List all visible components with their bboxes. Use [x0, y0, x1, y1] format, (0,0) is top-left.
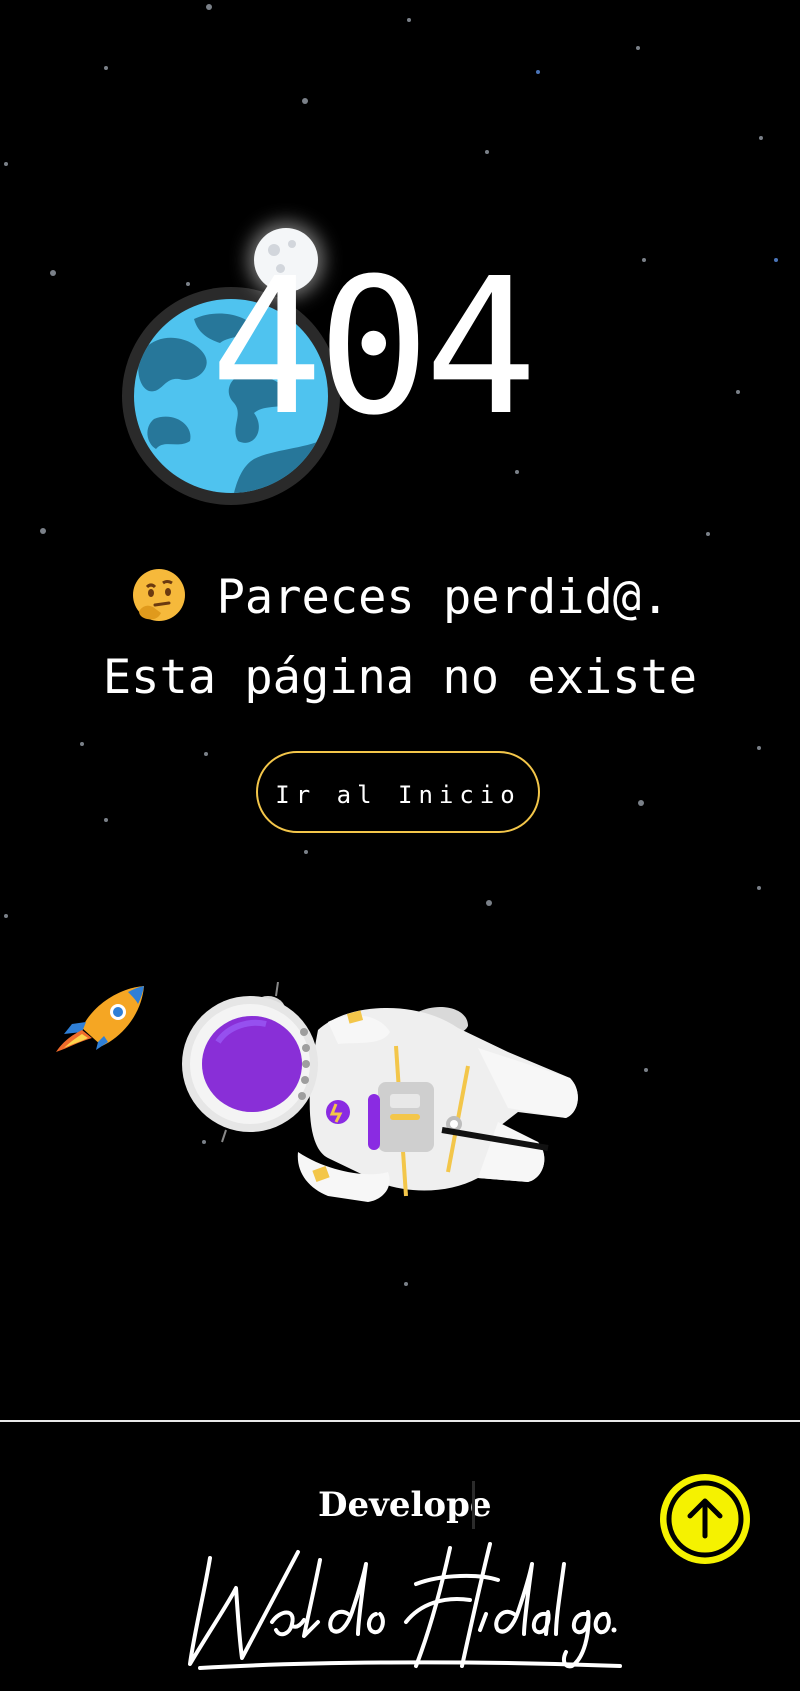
star: [204, 752, 208, 756]
star: [186, 282, 190, 286]
star: [40, 528, 46, 534]
scroll-to-top-button[interactable]: [660, 1474, 750, 1564]
star: [407, 18, 411, 22]
star: [80, 742, 84, 746]
thinking-face-icon: [132, 568, 185, 621]
home-button[interactable]: Ir al Inicio: [256, 751, 540, 833]
star: [302, 98, 308, 104]
footer-divider: [0, 1420, 800, 1422]
arrow-up-circle-icon: [666, 1480, 744, 1558]
star: [757, 746, 761, 750]
star: [485, 150, 489, 154]
star: [736, 390, 740, 394]
star: [50, 270, 56, 276]
star: [536, 70, 540, 74]
astronaut-icon: [182, 982, 578, 1202]
star: [304, 850, 308, 854]
star: [774, 258, 778, 262]
star: [104, 66, 108, 70]
developer-label: Develope: [318, 1485, 492, 1525]
star: [4, 162, 8, 166]
signature-logo: [188, 1542, 622, 1670]
star: [636, 46, 640, 50]
star: [757, 886, 761, 890]
message-line-2: Esta página no existe: [102, 650, 698, 705]
star: [404, 1282, 408, 1286]
error-message: Pareces perdid@. Esta página no existe: [0, 558, 800, 718]
star: [642, 258, 646, 262]
star: [515, 470, 519, 474]
message-line-1-text: Pareces perdid@.: [216, 570, 670, 625]
rocket-icon: [56, 986, 144, 1052]
star: [759, 136, 763, 140]
star: [104, 818, 108, 822]
error-code: 404: [210, 238, 538, 457]
star: [486, 900, 492, 906]
typing-caret: [472, 1481, 475, 1529]
star: [206, 4, 212, 10]
star: [4, 914, 8, 918]
star: [644, 1068, 648, 1072]
star: [638, 800, 644, 806]
message-line-1: Pareces perdid@.: [0, 558, 800, 638]
star: [706, 532, 710, 536]
